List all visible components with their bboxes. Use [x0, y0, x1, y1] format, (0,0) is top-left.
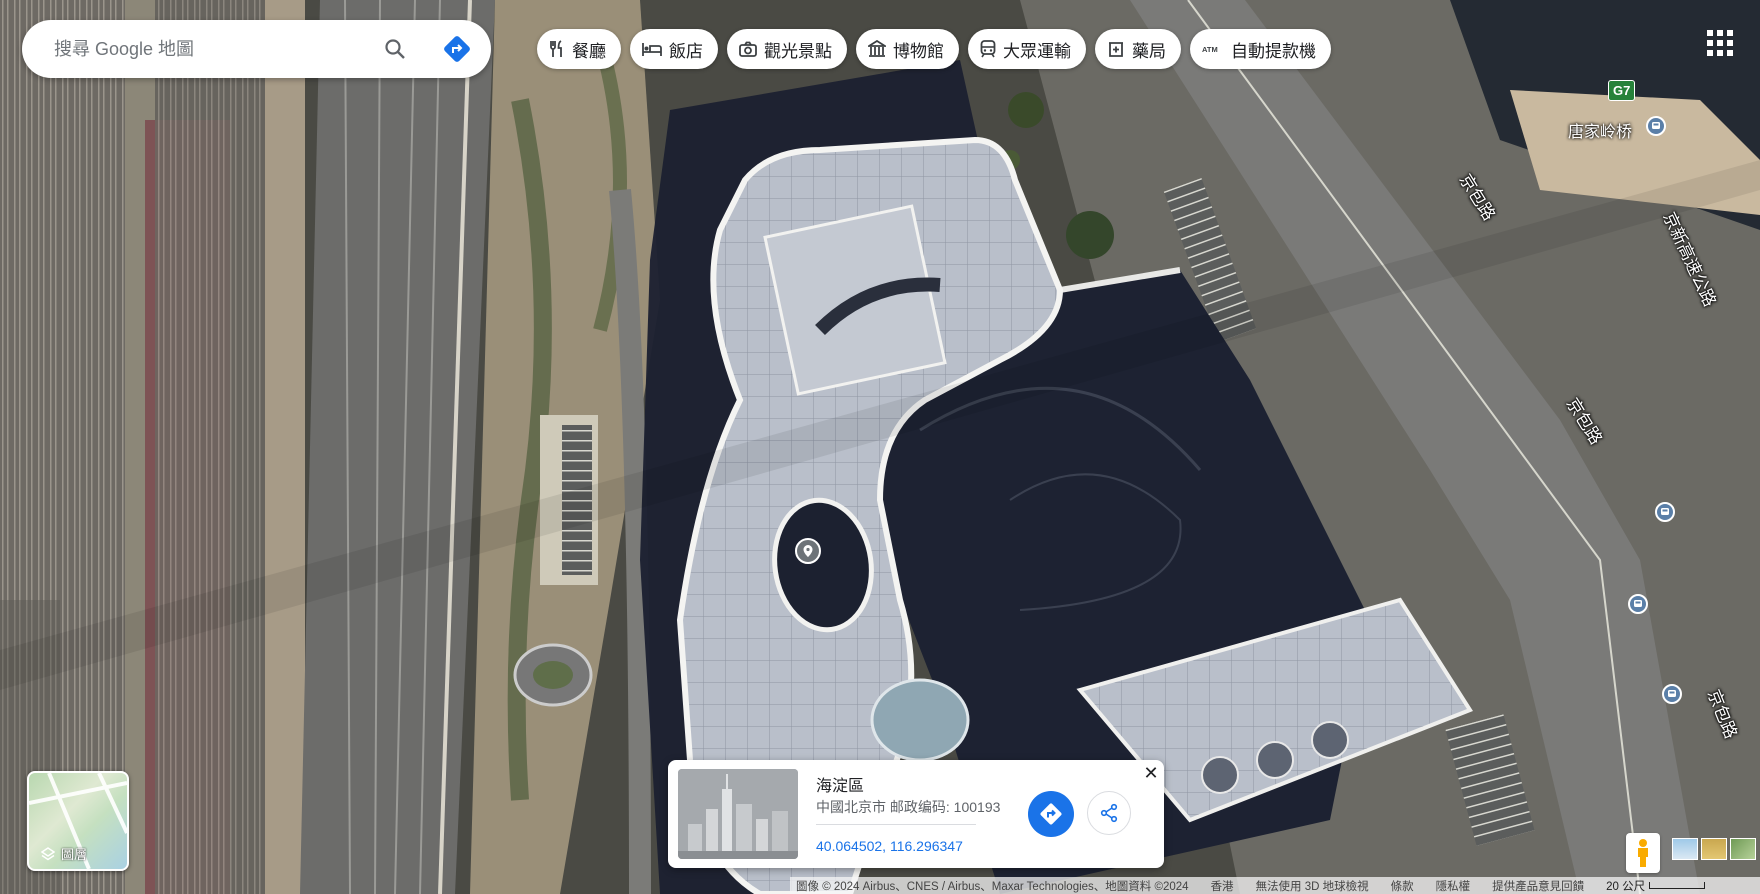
layers-icon: [41, 846, 55, 860]
chip-label: 博物館: [893, 41, 944, 61]
search-input[interactable]: [52, 37, 376, 61]
layers-label: 圖層: [61, 847, 88, 862]
place-title: 海淀區: [816, 778, 865, 795]
pharmacy-icon: [1109, 42, 1123, 57]
chip-hotels[interactable]: 飯店: [630, 29, 718, 69]
region-link[interactable]: 香港: [1211, 878, 1234, 894]
card-directions-button[interactable]: [1028, 791, 1074, 837]
chip-label: 大眾運輸: [1003, 41, 1071, 61]
feedback-link[interactable]: 提供產品意見回饋: [1492, 878, 1584, 894]
street-view-pegman-icon[interactable]: [1626, 833, 1660, 873]
scale-bar-line: [1649, 882, 1706, 889]
chip-attractions[interactable]: 觀光景點: [727, 29, 847, 69]
bus-stop-icon[interactable]: [1655, 502, 1675, 522]
scale-bar[interactable]: 20 公尺: [1606, 878, 1706, 894]
chip-label: 飯店: [669, 41, 703, 61]
chip-restaurants[interactable]: 餐廳: [537, 29, 621, 69]
place-thumbnail[interactable]: [678, 769, 798, 859]
camera-icon: [739, 41, 757, 57]
directions-icon: [1040, 803, 1062, 825]
no-3d-link[interactable]: 無法使用 3D 地球檢視: [1256, 878, 1369, 894]
search-box: [22, 20, 491, 78]
privacy-link[interactable]: 隱私權: [1436, 878, 1471, 894]
place-coordinates-link[interactable]: 40.064502, 116.296347: [816, 838, 963, 854]
museum-icon: [868, 40, 886, 57]
close-icon[interactable]: ✕: [1142, 764, 1160, 782]
map-footer: 圖像 © 2024 Airbus、CNES / Airbus、Maxar Tec…: [790, 877, 1760, 894]
google-apps-icon[interactable]: [1707, 30, 1733, 56]
terms-link[interactable]: 條款: [1391, 878, 1414, 894]
share-button[interactable]: [1087, 791, 1131, 835]
chip-atms[interactable]: ATM 自動提款機: [1190, 29, 1331, 69]
chip-label: 觀光景點: [764, 41, 832, 61]
place-info-card: 海淀區 中國北京市 邮政编码: 100193 40.064502, 116.29…: [668, 760, 1164, 868]
svg-text:ATM: ATM: [1202, 45, 1218, 54]
bus-stop-icon[interactable]: [1662, 684, 1682, 704]
share-icon: [1100, 803, 1118, 823]
map-thumbnail[interactable]: [1730, 838, 1756, 860]
terrain-thumbnail[interactable]: [1672, 838, 1698, 860]
directions-button[interactable]: [442, 34, 472, 64]
place-icon-tangjialing-bridge[interactable]: [1646, 116, 1666, 136]
chip-label: 自動提款機: [1231, 41, 1316, 61]
search-button[interactable]: [380, 34, 410, 64]
imagery-attribution: 圖像 © 2024 Airbus、CNES / Airbus、Maxar Tec…: [796, 880, 1189, 893]
transit-icon: [980, 40, 996, 58]
chip-transit[interactable]: 大眾運輸: [968, 29, 1086, 69]
category-chips: 餐廳 飯店 觀光景點 博物館 大眾運輸 藥局 ATM 自動提款機: [537, 29, 1331, 69]
scale-label: 20 公尺: [1606, 880, 1646, 893]
search-icon: [385, 39, 405, 59]
chip-label: 餐廳: [572, 41, 606, 61]
divider: [816, 824, 976, 825]
place-address: 中國北京市 邮政编码: 100193: [816, 799, 1001, 815]
layers-label-group: 圖層: [41, 844, 87, 863]
place-label-tangjialing-bridge[interactable]: 唐家岭桥: [1568, 118, 1632, 142]
directions-icon: [444, 36, 470, 62]
restaurant-icon: [550, 40, 562, 57]
city-illustration-icon: [678, 769, 798, 859]
chip-pharmacies[interactable]: 藥局: [1095, 29, 1181, 69]
highway-shield-g7: G7: [1608, 80, 1636, 101]
imagery-thumbnails: [1672, 838, 1756, 860]
bus-stop-icon[interactable]: [1628, 594, 1648, 614]
chip-label: 藥局: [1132, 41, 1166, 61]
atm-icon: ATM: [1202, 45, 1218, 54]
chip-museums[interactable]: 博物館: [856, 29, 959, 69]
location-pin-icon[interactable]: [795, 538, 821, 564]
hotel-icon: [642, 43, 662, 56]
satellite-thumbnail[interactable]: [1701, 838, 1727, 860]
layers-button[interactable]: 圖層: [27, 771, 129, 871]
